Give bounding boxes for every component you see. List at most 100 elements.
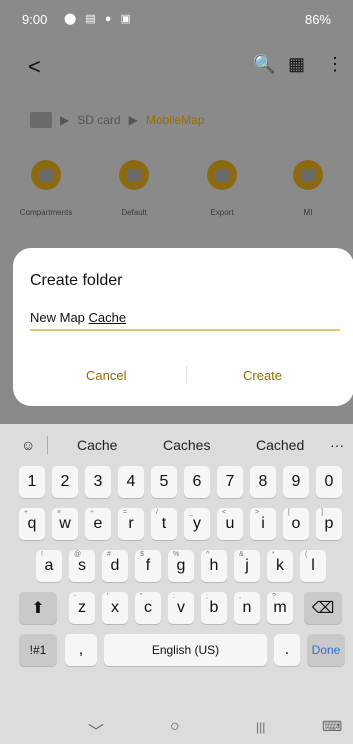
- key-label: o: [291, 515, 301, 532]
- folder-name-input[interactable]: New Map Cache: [30, 310, 340, 331]
- nav-back-icon[interactable]: ﹀: [88, 718, 104, 742]
- key-u[interactable]: < u: [217, 508, 243, 540]
- grid-view-icon[interactable]: ▦: [288, 54, 305, 75]
- folder-item[interactable]: Default: [90, 160, 178, 217]
- folder-item[interactable]: Compartments: [2, 160, 90, 217]
- keyboard-row-asdf: ! a @ s # d $ f % g ^ h & j * k (l: [0, 550, 353, 582]
- folder-icon: [207, 160, 237, 190]
- key[interactable]: 4: [118, 466, 144, 498]
- folder-item[interactable]: MI: [264, 160, 352, 217]
- keyboard-row-bottom: !#1 , English (US) . Done: [0, 634, 353, 666]
- period-key[interactable]: .: [274, 634, 300, 666]
- key-l[interactable]: (l: [300, 550, 326, 582]
- key-sub: ^: [206, 551, 210, 558]
- key-j[interactable]: & j: [234, 550, 260, 582]
- key-w[interactable]: × w: [52, 508, 78, 540]
- key-a[interactable]: ! a: [36, 550, 62, 582]
- key-s[interactable]: @ s: [69, 550, 95, 582]
- key[interactable]: 9: [283, 466, 309, 498]
- breadcrumb: ▶ SD card ▶ MobileMap: [30, 108, 205, 132]
- breadcrumb-separator-2: ▶: [128, 113, 138, 127]
- key-z[interactable]: -z: [69, 592, 95, 624]
- back-icon[interactable]: <: [28, 54, 41, 80]
- create-button[interactable]: Create: [243, 368, 282, 383]
- keyboard-switch-icon[interactable]: ⌨: [322, 718, 342, 735]
- app-bar: < 🔍 ▦ ⋮: [0, 44, 353, 88]
- suggestion-2[interactable]: Caches: [163, 437, 210, 453]
- folder-label: Export: [210, 208, 234, 217]
- key-p[interactable]: ] p: [316, 508, 342, 540]
- key-y[interactable]: _ y: [184, 508, 210, 540]
- key-sub: [: [288, 509, 290, 516]
- key-g[interactable]: % g: [168, 550, 194, 582]
- home-folder-icon[interactable]: [30, 112, 52, 128]
- key[interactable]: 2: [52, 466, 78, 498]
- key[interactable]: 3: [85, 466, 111, 498]
- key-label: i: [261, 515, 265, 532]
- key-e[interactable]: ÷ e: [85, 508, 111, 540]
- key-sub: ]: [321, 509, 323, 516]
- suggestion-3[interactable]: Cached: [256, 437, 304, 453]
- symbols-key[interactable]: !#1: [19, 634, 57, 666]
- key-label: d: [110, 557, 120, 574]
- folder-label: MI: [303, 208, 313, 217]
- key-sub: -: [74, 593, 77, 600]
- key-q[interactable]: + q: [19, 508, 45, 540]
- breadcrumb-separator: ▶: [60, 113, 70, 127]
- key-sub: @: [74, 551, 82, 558]
- cancel-button[interactable]: Cancel: [86, 368, 126, 383]
- key-n[interactable]: ,n: [234, 592, 260, 624]
- key-d[interactable]: # d: [102, 550, 128, 582]
- folder-item[interactable]: Export: [178, 160, 266, 217]
- nav-recents-icon[interactable]: |||: [256, 720, 265, 734]
- key-m[interactable]: ? m: [267, 592, 293, 624]
- more-options-icon[interactable]: ⋮: [326, 54, 344, 75]
- folder-icon: [119, 160, 149, 190]
- nav-bar: ﹀ ○ ||| ⌨: [0, 712, 353, 744]
- key-v[interactable]: :v: [168, 592, 194, 624]
- key-sub: ': [107, 593, 109, 600]
- key-c[interactable]: " c: [135, 592, 161, 624]
- breadcrumb-sd-card[interactable]: SD card: [77, 113, 120, 127]
- suggestion-1[interactable]: Cache: [77, 437, 117, 453]
- folder-icon: [31, 160, 61, 190]
- key[interactable]: 7: [217, 466, 243, 498]
- key-o[interactable]: [o: [283, 508, 309, 540]
- key[interactable]: 5: [151, 466, 177, 498]
- key-label: m: [273, 599, 287, 616]
- keyboard: ☺ Cache Caches Cached ··· 1 2 3 4 5 6 7 …: [0, 424, 353, 744]
- status-time: 9:00: [22, 12, 48, 27]
- key-i[interactable]: > i: [250, 508, 276, 540]
- emoji-icon[interactable]: ☺: [21, 437, 35, 453]
- key-label: r: [128, 515, 134, 532]
- key-label: x: [111, 599, 119, 616]
- shift-key[interactable]: ⬆: [19, 592, 57, 624]
- key-r[interactable]: = r: [118, 508, 144, 540]
- keyboard-row-qwerty: + q × w ÷ e = r / t _ y < u > i [o ] p: [0, 508, 353, 540]
- done-key[interactable]: Done: [307, 634, 345, 666]
- key-b[interactable]: ; b: [201, 592, 227, 624]
- key[interactable]: 6: [184, 466, 210, 498]
- key-sub: +: [24, 509, 29, 516]
- key-label: z: [78, 599, 86, 616]
- comma-key[interactable]: ,: [65, 634, 97, 666]
- key-h[interactable]: ^ h: [201, 550, 227, 582]
- key-f[interactable]: $ f: [135, 550, 161, 582]
- create-folder-dialog: Create folder New Map Cache Cancel Creat…: [13, 248, 353, 406]
- search-icon[interactable]: 🔍: [253, 54, 275, 75]
- backspace-key[interactable]: ⌫: [304, 592, 342, 624]
- space-key[interactable]: English (US): [104, 634, 267, 666]
- key[interactable]: 1: [19, 466, 45, 498]
- key[interactable]: 0: [316, 466, 342, 498]
- key-label: w: [59, 515, 71, 532]
- key[interactable]: 8: [250, 466, 276, 498]
- key-sub: ": [140, 593, 143, 600]
- key-k[interactable]: * k: [267, 550, 293, 582]
- key-x[interactable]: ' x: [102, 592, 128, 624]
- key-sub: ?: [272, 593, 276, 600]
- battery-text: 86%: [304, 12, 331, 27]
- key-t[interactable]: / t: [151, 508, 177, 540]
- nav-home-icon[interactable]: ○: [170, 718, 180, 736]
- more-suggestions-icon[interactable]: ···: [330, 437, 344, 453]
- key-sub: <: [222, 509, 227, 516]
